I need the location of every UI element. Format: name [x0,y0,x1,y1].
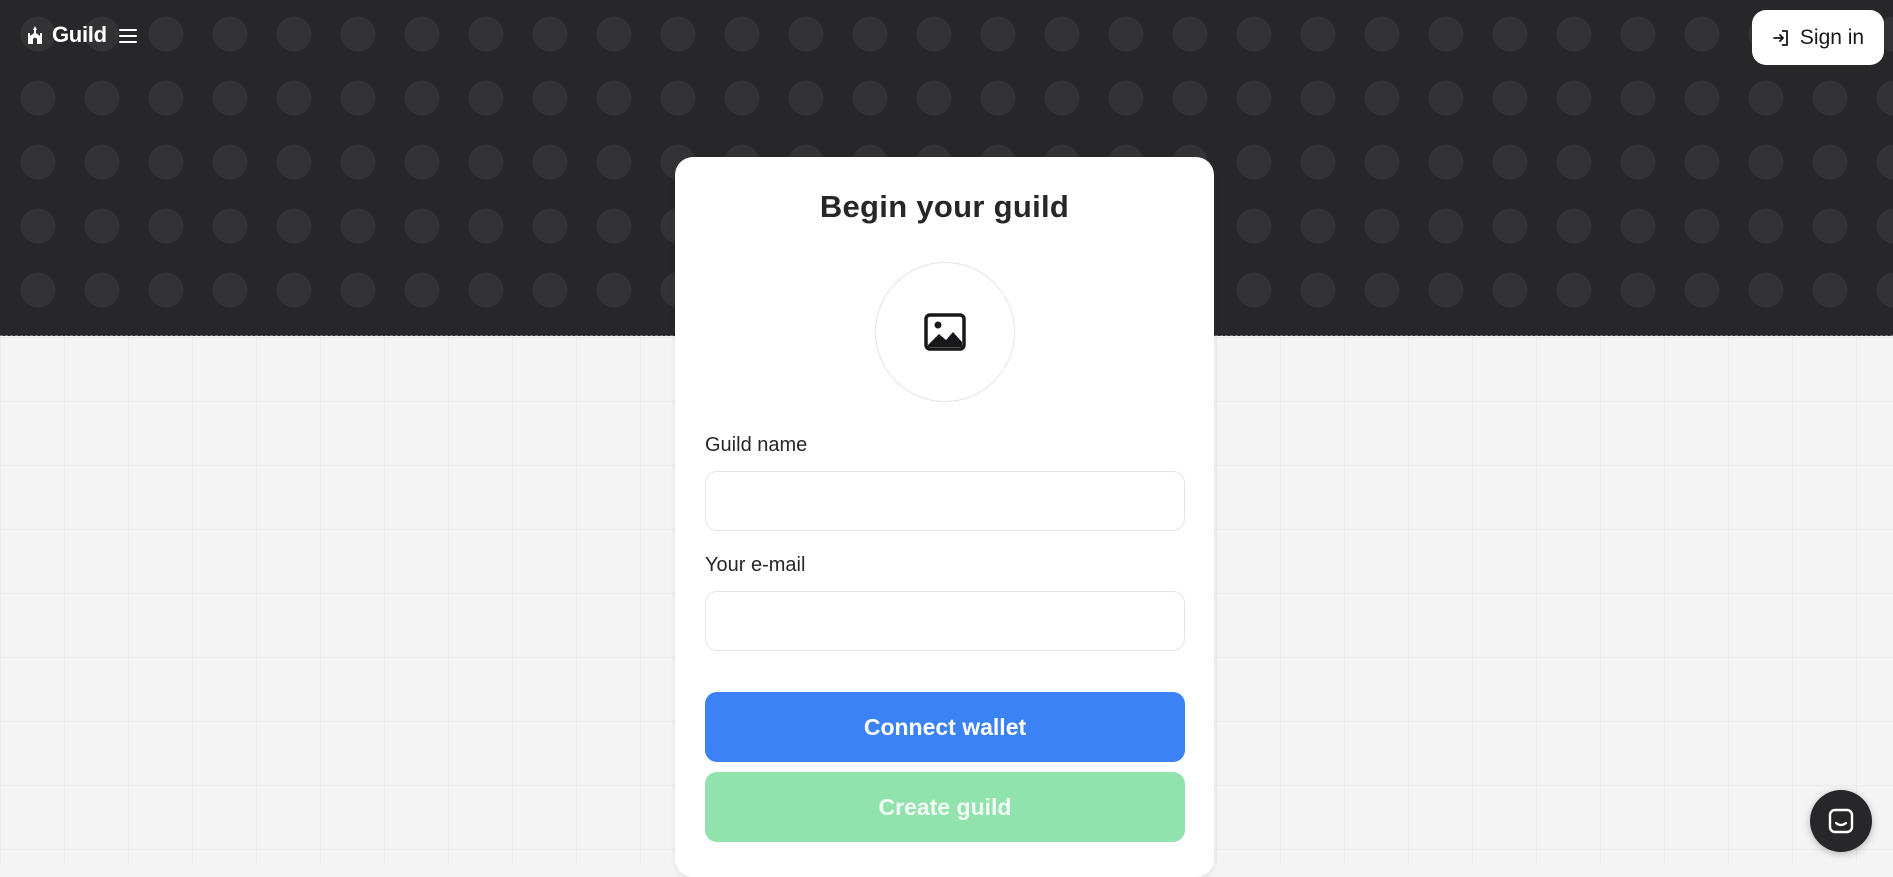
brand-logo-link[interactable]: Guild [24,22,107,48]
guild-castle-icon [24,24,46,46]
guild-name-label: Guild name [705,434,808,456]
create-guild-button[interactable]: Create guild [705,772,1185,842]
hamburger-icon [119,29,137,43]
guild-image-picker[interactable] [875,262,1015,402]
page-title: Begin your guild [819,189,1070,224]
brand-name: Guild [52,22,107,47]
hamburger-menu-button[interactable] [118,26,138,46]
image-icon [924,313,966,351]
sign-in-icon [1772,29,1788,46]
chat-widget-button[interactable] [1810,790,1872,852]
chat-icon [1828,808,1854,834]
email-label: Your e-mail [705,554,806,576]
connect-wallet-button[interactable]: Connect wallet [705,692,1185,762]
create-guild-card: Begin your guild Guild name Your e-mail … [675,157,1214,877]
guild-name-input[interactable] [705,471,1185,531]
email-input[interactable] [705,591,1185,651]
sign-in-button[interactable]: Sign in [1752,10,1884,65]
sign-in-label: Sign in [1799,25,1865,49]
